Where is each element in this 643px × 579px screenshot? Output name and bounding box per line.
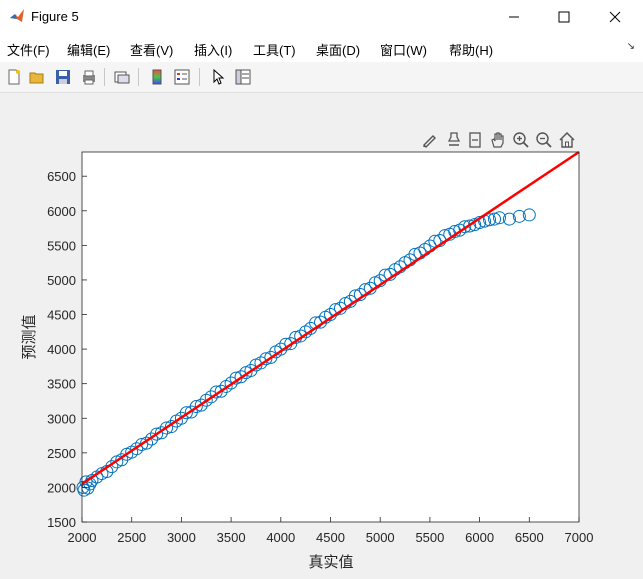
y-axis: 1500 2000 2500 3000 3500 4000 4500 5000 5500 6000… [47, 169, 87, 530]
y-tick-label: 6500 [47, 169, 76, 184]
x-tick-label: 5000 [366, 530, 395, 545]
y-tick-label: 5500 [47, 238, 76, 253]
y-tick-label: 5000 [47, 273, 76, 288]
x-tick-label: 4000 [266, 530, 295, 545]
y-axis-label: 预测值 [21, 314, 38, 359]
x-tick-label: 7000 [565, 530, 594, 545]
x-tick-label: 3000 [167, 530, 196, 545]
x-tick-label: 4500 [316, 530, 345, 545]
x-axis-label: 真实值 [308, 553, 353, 571]
y-tick-label: 3500 [47, 377, 76, 392]
x-tick-label: 2500 [117, 530, 146, 545]
y-tick-label: 1500 [47, 515, 76, 530]
axes-background [82, 152, 579, 522]
y-tick-label: 2500 [47, 446, 76, 461]
y-tick-label: 4500 [47, 308, 76, 323]
x-tick-label: 3500 [217, 530, 246, 545]
y-tick-label: 3000 [47, 411, 76, 426]
x-tick-label: 2000 [68, 530, 97, 545]
x-tick-label: 6000 [465, 530, 494, 545]
scatter-plot[interactable]: 2000 2500 3000 3500 4000 4500 5000 5500 6000 6500… [0, 0, 643, 579]
y-tick-label: 4000 [47, 342, 76, 357]
y-tick-label: 2000 [47, 480, 76, 495]
x-tick-label: 5500 [415, 530, 444, 545]
y-tick-label: 6000 [47, 204, 76, 219]
x-tick-label: 6500 [515, 530, 544, 545]
